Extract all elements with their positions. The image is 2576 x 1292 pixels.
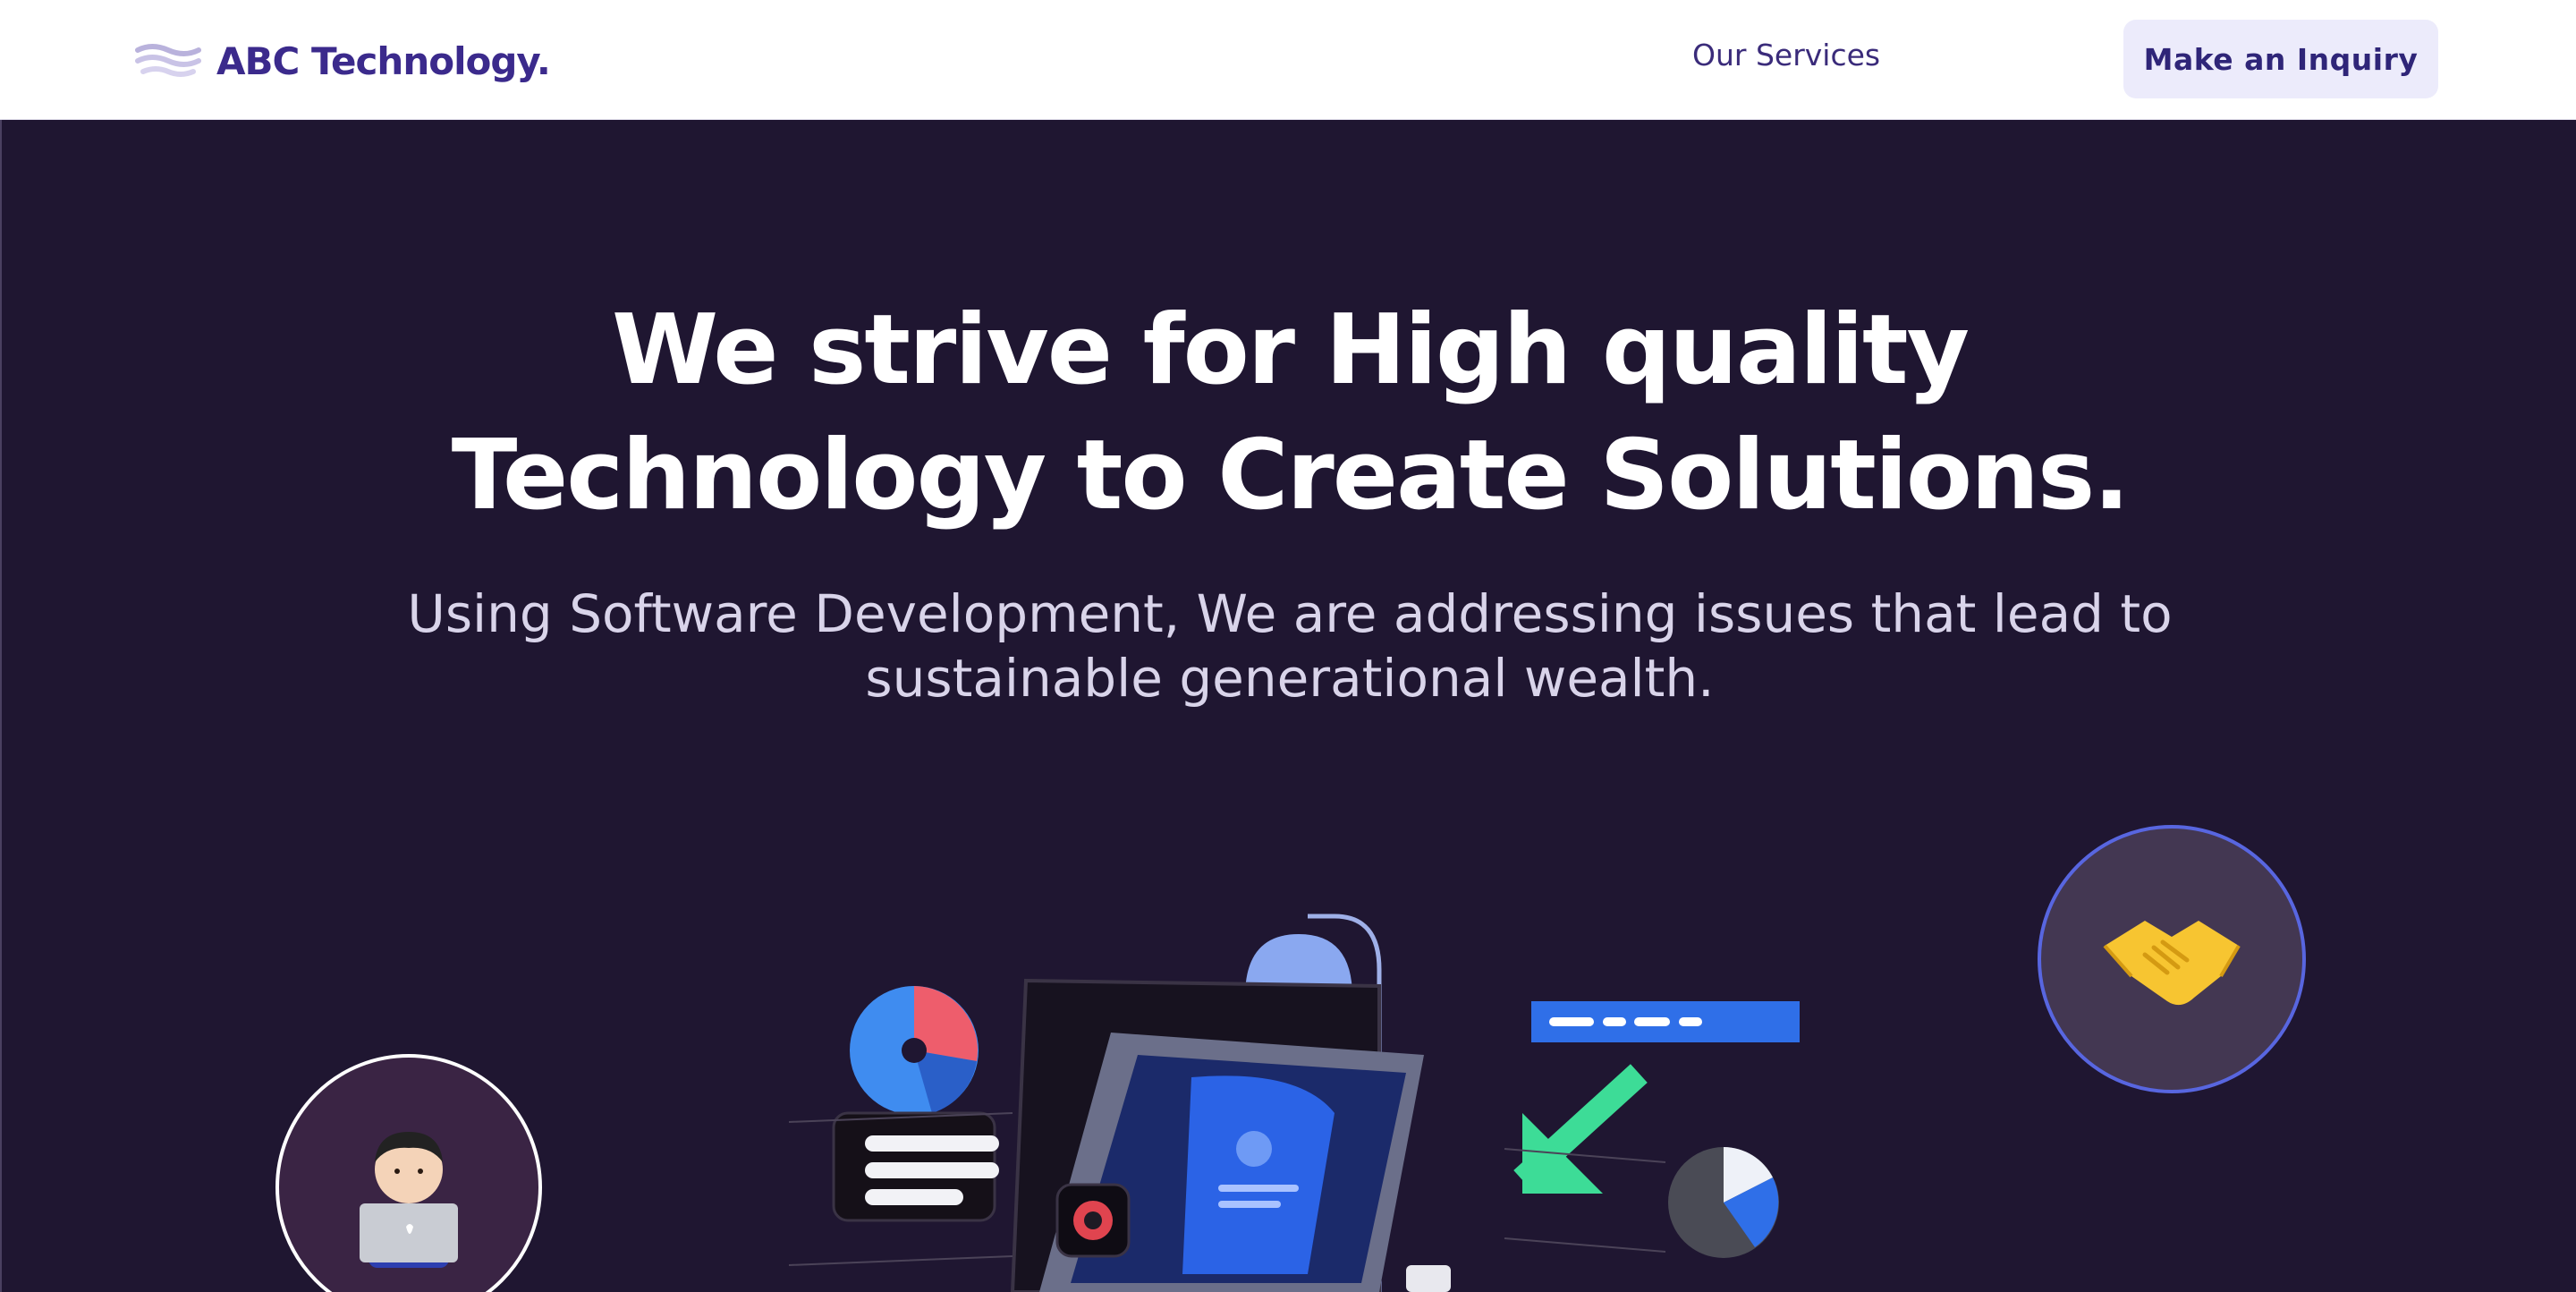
cup-graphic <box>1406 1265 1451 1292</box>
hero-subtitle-line-1: Using Software Development, We are addre… <box>407 583 2173 644</box>
workspace-illustration <box>788 914 1800 1292</box>
camera-graphic <box>1055 1183 1131 1258</box>
hero-subtitle-line-2: sustainable generational wealth. <box>865 648 1715 709</box>
brand-name: ABC Technology. <box>216 38 551 83</box>
hero-headline-line-2: Technology to Create Solutions. <box>451 420 2131 531</box>
search-bar-graphic <box>1531 1001 1800 1042</box>
waves-logo-icon <box>135 44 201 77</box>
avatar-handshake <box>2038 825 2306 1093</box>
hero-headline-line-1: We strive for High quality <box>612 294 1970 406</box>
hero-headline: We strive for High quality Technology to… <box>2 288 2576 539</box>
arrow-graphic <box>1513 1064 1648 1194</box>
brand-logo[interactable]: ABC Technology. <box>134 34 551 88</box>
person-with-laptop-icon <box>360 1132 458 1268</box>
top-navbar: ABC Technology. Our Services Make an Inq… <box>0 0 2576 120</box>
chat-bubble-graphic <box>788 1111 1013 1266</box>
make-inquiry-button[interactable]: Make an Inquiry <box>2123 20 2438 98</box>
handshake-icon <box>2103 921 2241 1006</box>
hero-subtitle: Using Software Development, We are addre… <box>2 582 2576 710</box>
nav-link-our-services[interactable]: Our Services <box>1692 38 1880 72</box>
pie-graphic-left <box>850 986 979 1115</box>
avatar-developer <box>275 1054 542 1292</box>
hero-section: We strive for High quality Technology to… <box>0 120 2576 1292</box>
